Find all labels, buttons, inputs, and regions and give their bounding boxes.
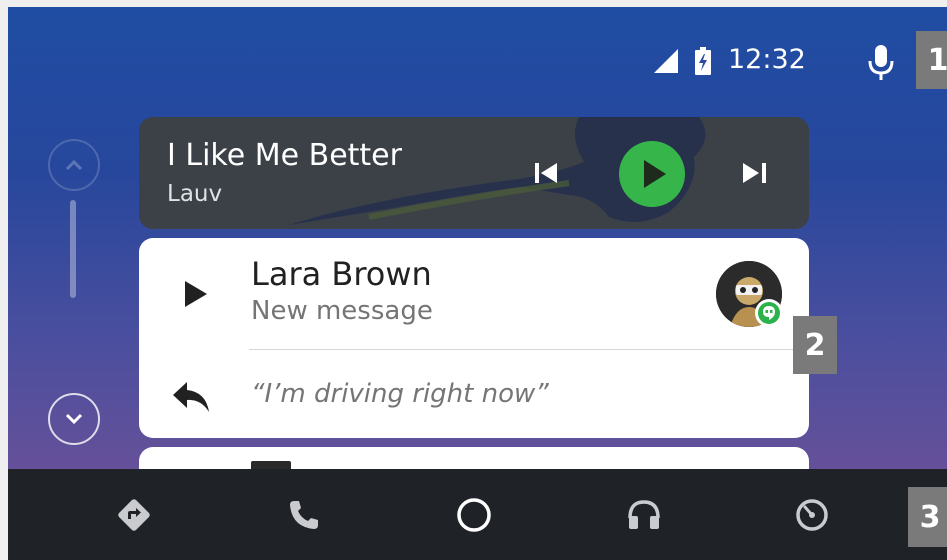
track-title: I Like Me Better [167,138,402,173]
scroll-down-button[interactable] [48,393,100,445]
exit-icon [796,498,828,531]
phone-icon [290,500,318,529]
android-auto-screen: 12:32 I Like Me Better Lauv Lara Brown N… [8,7,947,560]
play-button[interactable] [619,141,685,207]
annotation-badge-2: 2 [793,316,837,374]
scrollbar[interactable] [70,200,76,298]
nav-home-button[interactable] [434,469,514,560]
bottom-nav-bar [8,469,947,560]
reply-icon[interactable] [171,380,211,414]
message-subtitle: New message [251,296,433,326]
signal-icon [654,49,678,73]
hangouts-icon [758,302,780,324]
home-icon [457,497,491,532]
play-message-icon[interactable] [179,278,211,310]
divider [249,349,809,350]
chevron-down-icon [65,413,83,425]
message-card[interactable]: Lara Brown New message “I’m driving righ… [139,238,809,438]
scroll-up-button[interactable] [48,139,100,191]
clock: 12:32 [728,44,806,75]
annotation-badge-3: 3 [908,487,947,547]
annotation-badge-1: 1 [916,31,947,89]
headphones-icon [628,499,660,529]
track-artist: Lauv [167,181,223,207]
skip-next-icon[interactable] [737,155,773,191]
hangouts-badge [755,299,783,327]
nav-phone-button[interactable] [264,469,344,560]
sender-name: Lara Brown [251,255,432,293]
quick-reply[interactable]: “I’m driving right now” [251,377,549,411]
battery-charging-icon [695,47,711,75]
play-icon [644,160,666,188]
nav-navigation-button[interactable] [94,469,174,560]
chevron-up-icon [65,159,83,171]
microphone-icon[interactable] [866,45,896,81]
nav-exit-button[interactable] [772,469,852,560]
skip-previous-icon[interactable] [529,155,565,191]
media-card[interactable]: I Like Me Better Lauv [139,117,809,229]
navigation-icon [118,498,150,531]
nav-audio-button[interactable] [604,469,684,560]
